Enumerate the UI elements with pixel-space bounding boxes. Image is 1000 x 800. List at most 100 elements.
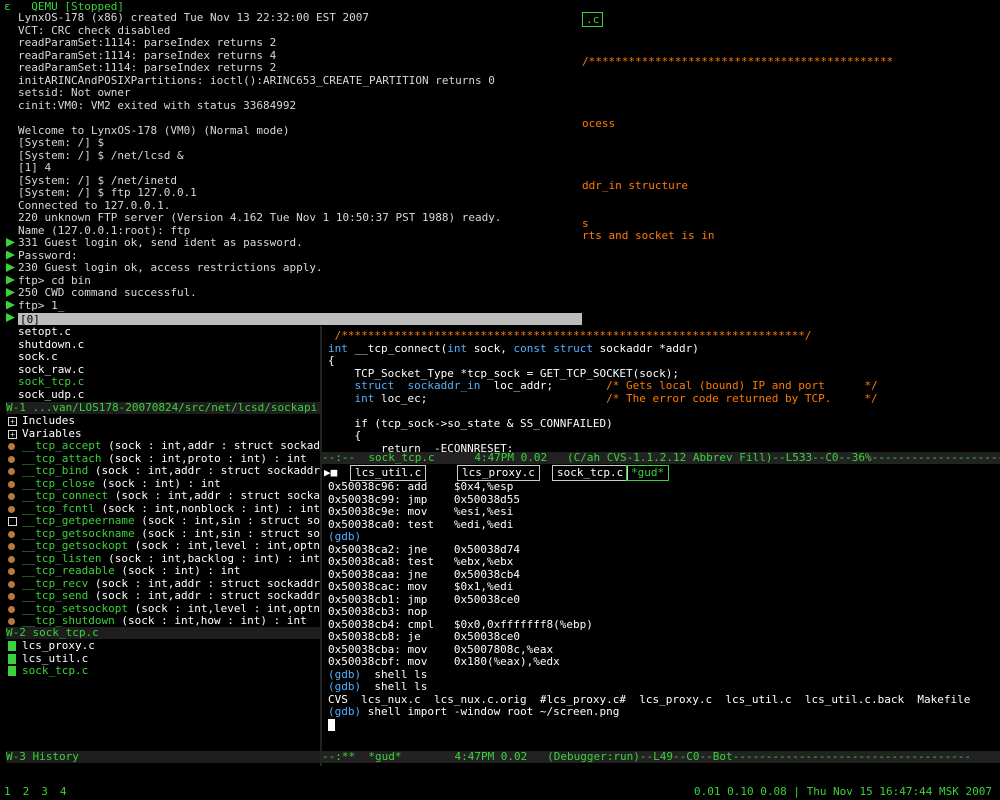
tag-tree-item[interactable]: __tcp_bind (sock : int,addr : struct soc…	[6, 465, 322, 478]
tag-tree-item[interactable]: __tcp_fcntl (sock : int,nonblock : int) …	[6, 503, 322, 516]
checkbox-icon	[8, 517, 17, 526]
modeline-w1: W-1 ...van/LOS178-20070824/src/net/lcsd/…	[6, 402, 322, 414]
function-tag-icon	[8, 593, 15, 600]
tag-args: (sock : int,addr : struct sockaddr*,t	[88, 590, 322, 602]
tag-tree-item[interactable]: __tcp_accept (sock : int,addr : struct s…	[6, 440, 322, 453]
tag-tree-item[interactable]: __tcp_getpeername (sock : int,sin : stru…	[6, 515, 322, 528]
selection-bar-label: [0]	[20, 313, 40, 326]
buffer-tab[interactable]: *gud*	[626, 465, 670, 481]
tag-name: __tcp_listen	[22, 552, 102, 565]
speedbar-file-item[interactable]: shutdown.c	[18, 339, 318, 352]
buffer-tab[interactable]: lcs_util.c	[350, 465, 427, 481]
modeline-source: --:-- sock_tcp.c 4:47PM 0.02 (C/ah CVS-1…	[322, 452, 1000, 464]
workspace-switcher: 1234	[4, 786, 79, 798]
gud-debugger-buffer[interactable]: 0x50038c96: add $0x4,%esp 0x50038c99: jmp…	[328, 481, 1000, 751]
tag-name: __tcp_shutdown	[22, 615, 115, 627]
gud-line: 0x50038cbf: mov 0x180(%eax),%edx	[328, 656, 560, 668]
gud-line: 0x50038cba: mov 0x5007808c,%eax	[328, 643, 554, 656]
tag-name: __tcp_getpeername	[22, 515, 135, 527]
gud-line: (gdb) shell ls	[328, 681, 1000, 694]
modeline-w2: W-2 sock_tcp.c	[6, 627, 322, 639]
buffer-name: lcs_util.c	[22, 652, 89, 665]
workspace-button[interactable]: 1	[4, 785, 11, 798]
buffer-list-item[interactable]: sock_tcp.c	[6, 665, 322, 678]
speedbar-file-item[interactable]: sock_raw.c	[18, 364, 318, 377]
console-line: readParamSet:1114: parseIndex returns 4	[18, 49, 277, 62]
console-line: Name (127.0.0.1:root): ftp	[18, 224, 191, 237]
tag-tree-item[interactable]: __tcp_setsockopt (sock : int,level : int…	[6, 603, 322, 616]
tag-name: __tcp_attach	[22, 452, 102, 465]
speedbar-file-item[interactable]: sock_udp.c	[18, 389, 318, 402]
function-tag-icon	[8, 530, 15, 538]
tag-args: (sock : int,level : int,optname	[127, 540, 322, 552]
workspace-button[interactable]: 2	[23, 785, 30, 798]
tag-tree-item[interactable]: __tcp_getsockname (sock : int,sin : stru…	[6, 528, 322, 541]
console-line: cinit:VM0: VM2 exited with status 336849…	[18, 99, 297, 112]
tag-name: __tcp_close	[22, 477, 95, 490]
tag-tree-item[interactable]: + Variables	[6, 428, 322, 441]
gud-line: (gdb) shell import -window root ~/screen…	[328, 706, 1000, 719]
gud-line: 0x50038ca8: test %ebx,%ebx	[328, 556, 514, 568]
tag-tree-item[interactable]: __tcp_attach (sock : int,proto : int) : …	[6, 453, 322, 466]
speedbar-file-item[interactable]: sock_tcp.c	[18, 376, 318, 389]
function-tag-icon	[8, 505, 15, 513]
tag-tree-item[interactable]: __tcp_listen (sock : int,backlog : int) …	[6, 553, 322, 566]
tag-name: __tcp_connect	[22, 490, 109, 502]
source-line: {	[328, 355, 335, 367]
tag-tree-item[interactable]: __tcp_recv (sock : int,addr : struct soc…	[6, 578, 322, 591]
window-divider[interactable]	[320, 326, 322, 766]
selection-bar[interactable]: [0]	[18, 313, 582, 326]
buffer-list: lcs_proxy.c lcs_util.c sock_tcp.c	[6, 640, 322, 680]
console-line: readParamSet:1114: parseIndex returns 2	[18, 62, 277, 74]
tag-name: __tcp_getsockname	[22, 527, 135, 540]
gud-line: 0x50038cb1: jmp 0x50038ce0	[328, 593, 521, 606]
function-tag-icon	[8, 480, 15, 488]
qemu-window-title: ɛ QEMU [Stopped]	[0, 0, 210, 13]
tag-tree-item[interactable]: __tcp_shutdown (sock : int,how : int) : …	[6, 615, 322, 628]
source-line	[328, 405, 1000, 418]
lynxos-console[interactable]: LynxOS-178 (x86) created Tue Nov 13 22:3…	[18, 12, 618, 322]
gud-line: CVS lcs_nux.c lcs_nux.c.orig #lcs_proxy.…	[328, 693, 971, 706]
buffer-tab[interactable]: sock_tcp.c	[552, 465, 629, 481]
buffer-list-item[interactable]: lcs_proxy.c	[6, 640, 322, 653]
tag-name: __tcp_bind	[22, 465, 89, 477]
gud-line: (gdb)	[328, 531, 362, 543]
tag-tree-item[interactable]: __tcp_connect (sock : int,addr : struct …	[6, 490, 322, 503]
tag-tree-item[interactable]: __tcp_readable (sock : int) : int	[6, 565, 322, 578]
background-comment-stars: /***************************************…	[582, 55, 894, 68]
text-cursor	[328, 719, 335, 731]
tag-name: __tcp_recv	[22, 577, 89, 590]
speedbar-file-item[interactable]: sock.c	[18, 351, 318, 364]
gud-line: 0x50038cb3: nop	[328, 606, 428, 618]
function-tag-icon	[8, 618, 15, 625]
tag-args: (sock : int,proto : int) : int	[101, 452, 307, 465]
buffer-tab[interactable]: lcs_proxy.c	[457, 465, 540, 481]
tag-args: (sock : int,level : int,optname	[127, 602, 322, 615]
buffer-list-item[interactable]: lcs_util.c	[6, 653, 322, 666]
speedbar-file-item[interactable]: setopt.c	[18, 326, 318, 339]
tag-tree-item[interactable]: + Includes	[6, 415, 322, 428]
gud-line: 0x50038cb4: cmpl $0x0,0xfffffff8(%ebp)	[328, 618, 593, 631]
workspace-button[interactable]: 4	[60, 785, 67, 798]
gdb-prompt: (gdb)	[328, 681, 362, 693]
console-line: initARINCAndPOSIXPartitions: ioctl():ARI…	[18, 74, 495, 87]
tag-tree-item[interactable]: __tcp_getsockopt (sock : int,level : int…	[6, 540, 322, 553]
tag-tree-item[interactable]: __tcp_close (sock : int) : int	[6, 478, 322, 491]
workspace-button[interactable]: 3	[41, 785, 48, 798]
function-tag-icon	[8, 468, 15, 475]
speedbar-arrow-icon	[6, 275, 15, 285]
gud-line: 0x50038caa: jne 0x50038cb4	[328, 568, 521, 581]
tag-args: (sock : int,backlog : int) : int	[101, 552, 321, 565]
buffer-tabs: ▶■ lcs_util.c lcs_proxy.c sock_tcp.c *gud*	[322, 465, 1000, 481]
console-line: 230 Guest login ok, access restrictions …	[18, 262, 323, 274]
gdb-command: shell ls	[361, 668, 428, 681]
speedbar-arrow-icon	[6, 238, 15, 247]
gud-line: 0x50038c99: jmp 0x50038d55	[328, 493, 521, 506]
speedbar-arrow-icon	[6, 313, 15, 322]
buffer-name: lcs_proxy.c	[22, 640, 95, 652]
gud-line: 0x50038c9e: mov %esi,%esi	[328, 506, 514, 518]
source-editor[interactable]: /***************************************…	[328, 330, 1000, 454]
console-line: setsid: Not owner	[18, 87, 131, 99]
tag-tree-item[interactable]: __tcp_send (sock : int,addr : struct soc…	[6, 590, 322, 603]
speedbar-arrow-icon	[6, 250, 15, 260]
